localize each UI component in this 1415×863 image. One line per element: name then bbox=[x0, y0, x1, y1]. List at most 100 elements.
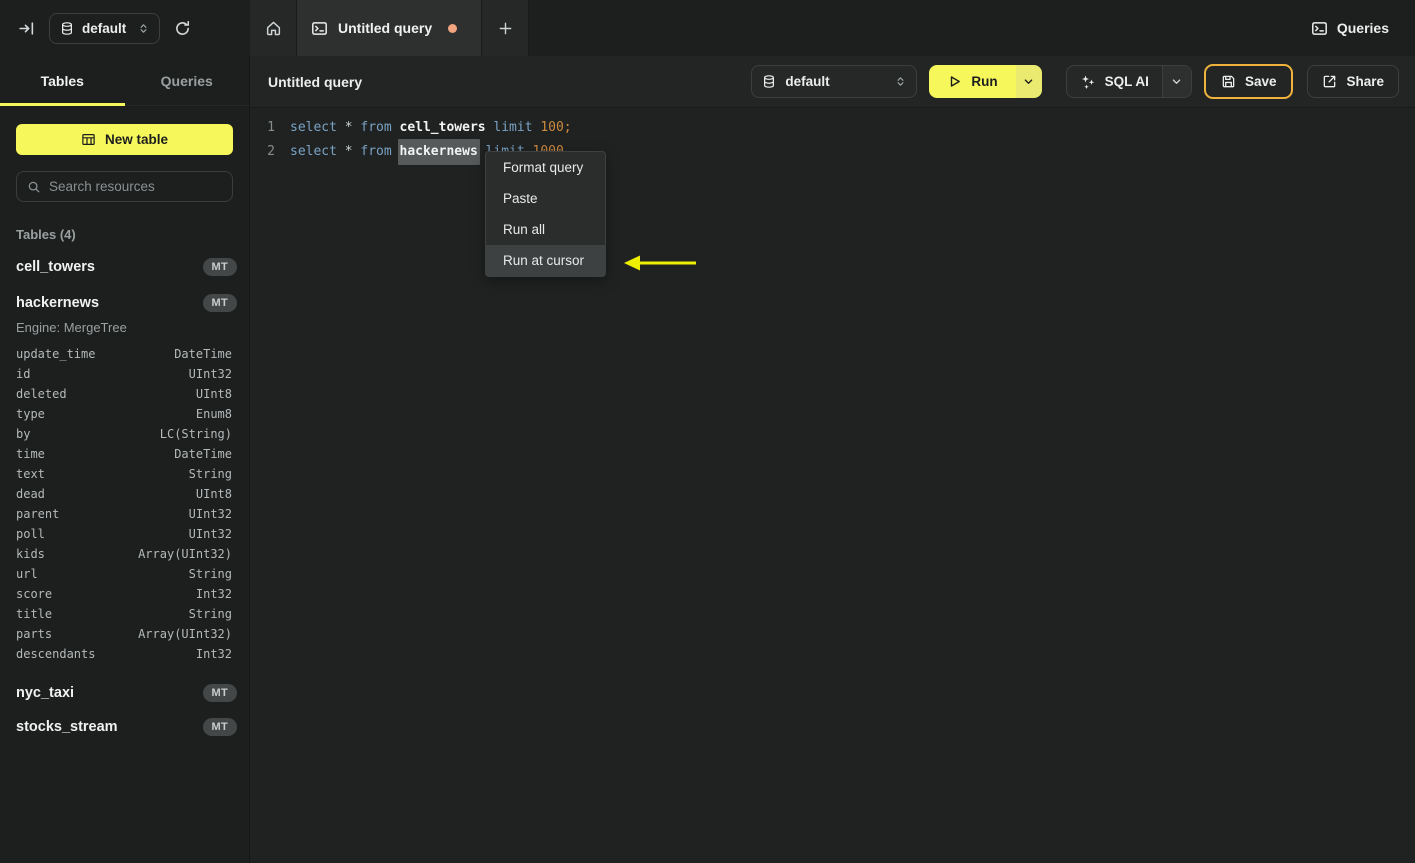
search-input[interactable] bbox=[49, 179, 226, 194]
engine-badge: MT bbox=[202, 718, 237, 736]
tab-strip: Untitled query bbox=[250, 0, 529, 56]
sql-editor[interactable]: 1 select * from cell_towers limit 100; 2… bbox=[251, 109, 1415, 863]
terminal-icon bbox=[311, 20, 328, 37]
database-icon bbox=[60, 21, 74, 36]
tab-label: Untitled query bbox=[338, 20, 433, 36]
home-icon bbox=[265, 20, 282, 37]
refresh-icon[interactable] bbox=[174, 20, 191, 37]
query-title: Untitled query bbox=[268, 73, 363, 90]
save-button-label: Save bbox=[1244, 74, 1277, 89]
query-header: Untitled query default Run SQL AI Save S… bbox=[250, 56, 1415, 108]
column-row: score Int32 bbox=[0, 584, 249, 604]
sql-console: default Untitled query Queries Untitled … bbox=[0, 0, 1415, 863]
sidebar-collapse-icon[interactable] bbox=[18, 20, 35, 37]
context-menu-item-run-all[interactable]: Run all bbox=[486, 214, 605, 245]
column-row: kids Array(UInt32) bbox=[0, 544, 249, 564]
column-name: dead bbox=[16, 487, 45, 501]
editor-database-value: default bbox=[785, 74, 830, 89]
share-button-label: Share bbox=[1346, 74, 1384, 89]
table-row-cell-towers[interactable]: cell_towers MT bbox=[16, 256, 249, 278]
code-line-1: select * from cell_towers limit 100; bbox=[290, 116, 572, 140]
run-button-group: Run bbox=[929, 65, 1042, 98]
column-name: parent bbox=[16, 507, 60, 521]
context-menu-item-label: Paste bbox=[503, 191, 538, 206]
table-row-stocks-stream[interactable]: stocks_stream MT bbox=[16, 716, 249, 738]
sidebar-tab-tables[interactable]: Tables bbox=[0, 56, 125, 106]
sql-keyword: select bbox=[290, 120, 337, 135]
queries-button-label: Queries bbox=[1336, 20, 1389, 36]
play-icon bbox=[947, 74, 962, 89]
terminal-icon bbox=[1311, 20, 1328, 37]
column-type: LC(String) bbox=[159, 427, 232, 441]
column-name: id bbox=[16, 367, 31, 381]
column-name: by bbox=[16, 427, 31, 441]
chevron-down-icon bbox=[1171, 76, 1182, 87]
column-type: Array(UInt32) bbox=[138, 547, 232, 561]
table-row-hackernews[interactable]: hackernews MT bbox=[16, 292, 249, 314]
engine-badge: MT bbox=[202, 684, 237, 702]
column-row: url String bbox=[0, 564, 249, 584]
unsaved-dot bbox=[448, 23, 458, 33]
table-icon bbox=[81, 132, 96, 147]
column-name: type bbox=[16, 407, 45, 421]
sql-keyword: from bbox=[360, 120, 392, 135]
context-menu-item-format-query[interactable]: Format query bbox=[486, 152, 605, 183]
sidebar-tab-queries[interactable]: Queries bbox=[125, 56, 250, 105]
sql-table-name: cell_towers bbox=[399, 120, 486, 135]
column-row: parts Array(UInt32) bbox=[0, 624, 249, 644]
new-table-button-label: New table bbox=[104, 132, 169, 147]
sidebar-tab-queries-label: Queries bbox=[160, 72, 213, 89]
column-type: DateTime bbox=[174, 347, 232, 361]
share-button[interactable]: Share bbox=[1307, 65, 1399, 98]
sidebar-tabs: Tables Queries bbox=[0, 56, 249, 106]
editor-context-menu: Format query Paste Run all Run at cursor bbox=[485, 151, 606, 277]
column-row: text String bbox=[0, 464, 249, 484]
column-row: dead UInt8 bbox=[0, 484, 249, 504]
column-name: title bbox=[16, 607, 53, 621]
column-row: id UInt32 bbox=[0, 364, 249, 384]
run-button[interactable]: Run bbox=[929, 65, 1016, 98]
table-engine-label: Engine: MergeTree bbox=[16, 320, 127, 335]
share-icon bbox=[1322, 74, 1337, 89]
sql-ai-button[interactable]: SQL AI bbox=[1067, 66, 1162, 97]
sql-ai-options-button[interactable] bbox=[1161, 66, 1191, 97]
column-type: String bbox=[188, 467, 232, 481]
database-selector[interactable]: default bbox=[49, 12, 161, 44]
context-menu-item-paste[interactable]: Paste bbox=[486, 183, 605, 214]
engine-badge: MT bbox=[202, 258, 237, 276]
sql-keyword: limit bbox=[493, 120, 533, 135]
sql-keyword: from bbox=[360, 144, 392, 159]
column-row: deleted UInt8 bbox=[0, 384, 249, 404]
run-options-button[interactable] bbox=[1015, 65, 1042, 98]
column-list: update_time DateTime id UInt32 deleted UInt… bbox=[0, 344, 249, 664]
queries-button[interactable]: Queries bbox=[1311, 0, 1389, 56]
sql-ai-button-group: SQL AI bbox=[1065, 65, 1192, 98]
sql-operator: * bbox=[344, 144, 353, 159]
column-type: Int32 bbox=[195, 647, 232, 661]
save-button[interactable]: Save bbox=[1203, 64, 1294, 99]
column-name: deleted bbox=[16, 387, 67, 401]
context-menu-item-label: Run at cursor bbox=[503, 253, 585, 268]
column-name: parts bbox=[16, 627, 53, 641]
column-name: update_time bbox=[16, 347, 96, 361]
chevron-down-icon bbox=[1023, 76, 1034, 87]
editor-database-selector[interactable]: default bbox=[751, 65, 918, 98]
column-type: String bbox=[188, 607, 232, 621]
sql-ai-button-label: SQL AI bbox=[1104, 74, 1149, 89]
column-row: type Enum8 bbox=[0, 404, 249, 424]
new-table-button[interactable]: New table bbox=[16, 124, 233, 155]
table-name: stocks_stream bbox=[16, 719, 118, 735]
engine-badge: MT bbox=[202, 294, 237, 312]
home-button[interactable] bbox=[250, 0, 297, 56]
sql-keyword: select bbox=[290, 144, 337, 159]
new-tab-button[interactable] bbox=[482, 0, 529, 56]
tab-untitled-query[interactable]: Untitled query bbox=[297, 0, 482, 56]
sidebar-tab-tables-label: Tables bbox=[40, 72, 84, 89]
context-menu-item-run-at-cursor[interactable]: Run at cursor bbox=[486, 245, 605, 276]
top-bar-left: default bbox=[0, 0, 250, 56]
table-name: hackernews bbox=[16, 295, 100, 311]
top-bar: default Untitled query Queries bbox=[0, 0, 1415, 56]
column-type: Enum8 bbox=[195, 407, 232, 421]
plus-icon bbox=[498, 21, 513, 36]
table-row-nyc-taxi[interactable]: nyc_taxi MT bbox=[16, 682, 249, 704]
